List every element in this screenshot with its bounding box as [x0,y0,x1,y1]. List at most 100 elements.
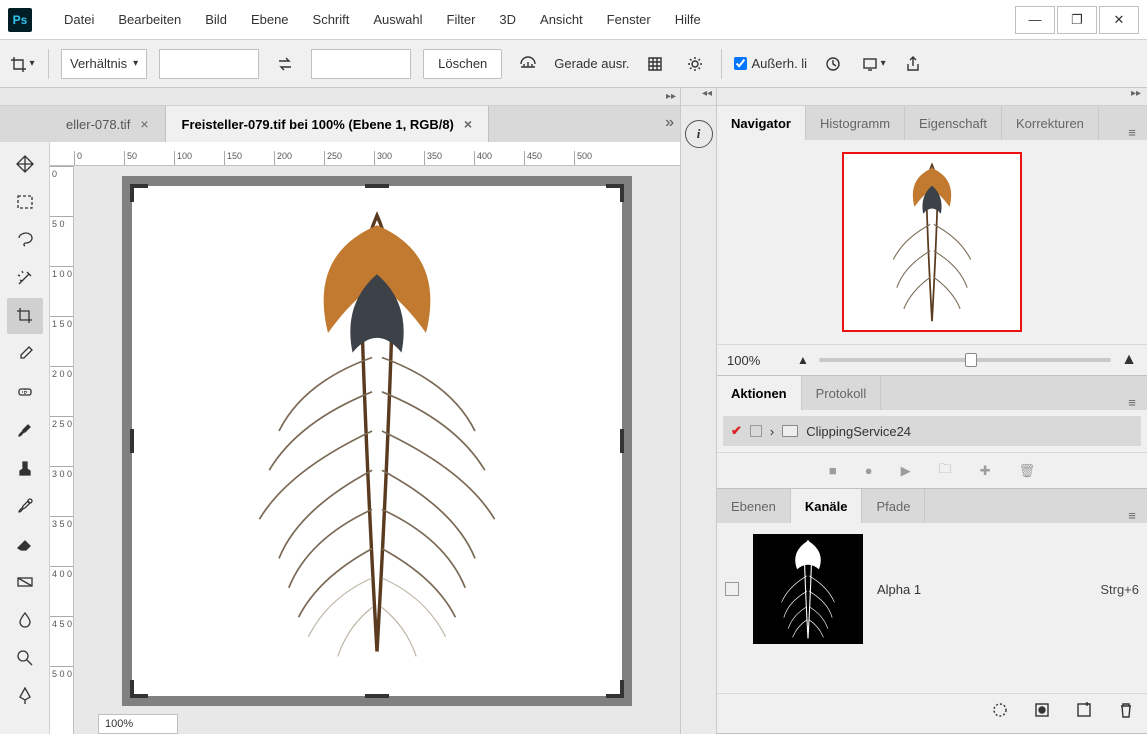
reset-crop-button[interactable] [819,50,847,78]
crop-handle[interactable] [365,694,389,698]
canvas[interactable] [122,176,632,706]
menu-auswahl[interactable]: Auswahl [361,0,434,39]
crop-icon [9,55,27,73]
dodge-tool[interactable] [7,640,43,676]
crop-tool[interactable] [7,298,43,334]
save-selection-button[interactable] [1033,701,1051,722]
share-button[interactable] [899,50,927,78]
marquee-tool[interactable] [7,184,43,220]
doc-expand-handle[interactable]: ▸▸ [0,88,680,106]
navigator-zoom-slider[interactable] [819,358,1111,362]
close-icon[interactable]: × [140,116,148,132]
tab-overflow-button[interactable]: » [665,114,674,132]
channel-row[interactable]: Alpha 1 Strg+6 [725,529,1139,649]
move-tool[interactable] [7,146,43,182]
zoom-in-icon[interactable]: ▲ [1121,351,1137,369]
channel-visibility-toggle[interactable] [725,582,739,596]
delete-button[interactable]: 🗑 [1019,463,1036,479]
panel-expand-handle[interactable]: ▸▸ [717,88,1147,106]
document-tab-inactive[interactable]: eller-078.tif × [50,106,166,142]
eyedropper-tool[interactable] [7,336,43,372]
history-brush-tool[interactable] [7,488,43,524]
expand-arrow-icon[interactable]: › [770,424,774,439]
menu-3d[interactable]: 3D [487,0,528,39]
panel-menu-button[interactable]: ≡ [1117,125,1147,140]
tab-korrekturen[interactable]: Korrekturen [1002,106,1099,140]
clear-button[interactable]: Löschen [423,49,502,79]
tab-protokoll[interactable]: Protokoll [802,376,882,410]
tab-kanaele[interactable]: Kanäle [791,489,863,523]
panel-menu-button[interactable]: ≡ [1117,508,1147,523]
swap-dimensions-button[interactable] [271,50,299,78]
gradient-tool[interactable] [7,564,43,600]
crop-handle[interactable] [130,184,148,202]
clone-stamp-tool[interactable] [7,450,43,486]
menu-datei[interactable]: Datei [52,0,106,39]
crop-handle[interactable] [130,429,134,453]
navigator-zoom-value[interactable]: 100% [727,353,787,368]
window-close-button[interactable]: ✕ [1099,6,1139,34]
tab-histogramm[interactable]: Histogramm [806,106,905,140]
tab-eigenschaften[interactable]: Eigenschaft [905,106,1002,140]
action-enabled-icon[interactable]: ✔ [731,423,742,439]
lasso-tool[interactable] [7,222,43,258]
menu-bild[interactable]: Bild [193,0,239,39]
menu-schrift[interactable]: Schrift [301,0,362,39]
crop-handle[interactable] [365,184,389,188]
close-icon[interactable]: × [464,116,472,132]
action-dialog-toggle[interactable] [750,425,762,437]
channel-thumbnail[interactable] [753,534,863,644]
window-minimize-button[interactable]: — [1015,6,1055,34]
crop-height-field[interactable] [311,49,411,79]
delete-channel-button[interactable] [1117,701,1135,722]
overlay-grid-button[interactable] [641,50,669,78]
new-set-button[interactable]: 🗀 [939,460,952,482]
screen-mode-button[interactable]: ▾ [859,50,887,78]
panel-menu-button[interactable]: ≡ [1117,395,1147,410]
menu-ansicht[interactable]: Ansicht [528,0,595,39]
ruler-horizontal[interactable]: 0 50 100 150 200 250 300 350 400 450 500 [50,142,680,166]
crop-handle[interactable] [620,429,624,453]
stop-button[interactable]: ■ [829,463,837,478]
menu-ebene[interactable]: Ebene [239,0,301,39]
crop-settings-button[interactable] [681,50,709,78]
zoom-status-field[interactable]: 100% [98,714,178,734]
trash-icon [1117,701,1135,719]
magic-wand-tool[interactable] [7,260,43,296]
menu-filter[interactable]: Filter [435,0,488,39]
menu-hilfe[interactable]: Hilfe [663,0,713,39]
menu-bearbeiten[interactable]: Bearbeiten [106,0,193,39]
menu-fenster[interactable]: Fenster [595,0,663,39]
aspect-ratio-dropdown[interactable]: Verhältnis ▾ [61,49,147,79]
crop-handle[interactable] [130,680,148,698]
ruler-vertical[interactable]: 0 5 0 1 0 0 1 5 0 2 0 0 2 5 0 3 0 0 3 5 … [50,166,74,734]
tab-navigator[interactable]: Navigator [717,106,806,140]
window-maximize-button[interactable]: ❐ [1057,6,1097,34]
document-tab-active[interactable]: Freisteller-079.tif bei 100% (Ebene 1, R… [166,106,490,142]
zoom-out-icon[interactable]: ▲ [797,353,809,367]
delete-outside-input[interactable] [734,57,747,70]
pen-tool[interactable] [7,678,43,714]
brush-tool[interactable] [7,412,43,448]
delete-outside-checkbox[interactable]: Außerh. li [734,56,807,71]
load-selection-button[interactable] [991,701,1009,722]
crop-handle[interactable] [606,184,624,202]
new-channel-button[interactable] [1075,701,1093,722]
blur-tool[interactable] [7,602,43,638]
tool-preset-picker[interactable]: ▾ [8,50,36,78]
new-action-button[interactable]: ✚ [980,463,991,479]
tab-aktionen[interactable]: Aktionen [717,376,802,410]
crop-handle[interactable] [606,680,624,698]
strip-expand-handle[interactable]: ◂◂ [681,88,716,106]
tab-pfade[interactable]: Pfade [862,489,925,523]
action-set-row[interactable]: ✔ › ClippingService24 [723,416,1141,446]
play-button[interactable]: ▶ [901,463,911,479]
crop-width-field[interactable] [159,49,259,79]
healing-brush-tool[interactable] [7,374,43,410]
info-panel-icon[interactable]: i [685,120,713,148]
tab-ebenen[interactable]: Ebenen [717,489,791,523]
navigator-thumbnail[interactable] [842,152,1022,332]
straighten-button[interactable] [514,50,542,78]
record-button[interactable]: ● [865,463,873,478]
eraser-tool[interactable] [7,526,43,562]
